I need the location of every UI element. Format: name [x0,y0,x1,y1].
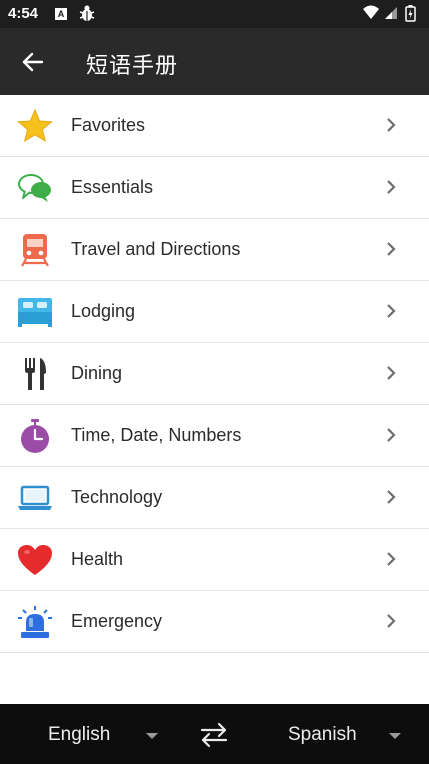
wifi-icon [363,5,379,19]
bug-icon [78,4,96,28]
accessibility-a-icon: A [55,8,67,20]
chevron-right-icon [385,424,397,446]
list-item-label: Time, Date, Numbers [71,425,242,445]
arrow-left-icon [22,52,44,72]
list-item-label: Health [71,549,124,569]
list-item-label: Dining [71,363,123,383]
chevron-right-icon [385,300,397,322]
list-item-essentials[interactable]: Essentials [0,157,429,219]
chevron-right-icon [385,362,397,384]
chevron-right-icon [385,548,397,570]
system-status-icons [361,4,421,24]
list-item-favorites[interactable]: Favorites [0,95,429,157]
chevron-down-icon[interactable] [389,733,401,739]
stopwatch-icon [16,418,54,454]
list-item-time[interactable]: Time, Date, Numbers [0,405,429,467]
swap-languages-button[interactable] [198,722,230,748]
app-bar: 短语手册 [0,28,429,95]
category-list: Favorites Essentials Travel and Directio… [0,95,429,653]
list-item-travel[interactable]: Travel and Directions [0,219,429,281]
chevron-right-icon [385,486,397,508]
speech-bubbles-icon [16,170,54,206]
bed-icon [16,294,54,330]
list-item-label: Lodging [71,301,136,321]
battery-icon [405,5,416,22]
list-item-label: Technology [71,487,163,507]
list-item-technology[interactable]: Technology [0,467,429,529]
chevron-right-icon [385,610,397,632]
star-icon [16,108,54,144]
signal-icon [385,7,397,19]
heart-icon [16,542,54,578]
list-item-emergency[interactable]: Emergency [0,591,429,653]
list-item-label: Favorites [71,115,146,135]
chevron-down-icon[interactable] [146,733,158,739]
list-item-label: Essentials [71,177,154,197]
status-bar: 4:54 A [0,0,429,28]
fork-knife-icon [16,356,54,392]
source-language-select[interactable]: English [48,724,110,746]
status-time: 4:54 [8,5,39,22]
back-button[interactable] [16,46,50,78]
laptop-icon [16,480,54,516]
target-language-select[interactable]: Spanish [288,724,357,746]
siren-icon [16,604,54,640]
page-title: 短语手册 [86,54,179,79]
chevron-right-icon [385,238,397,260]
train-icon [16,232,54,268]
list-item-dining[interactable]: Dining [0,343,429,405]
chevron-right-icon [385,176,397,198]
list-item-label: Travel and Directions [71,239,241,259]
swap-arrows-icon [200,722,228,748]
list-item-label: Emergency [71,611,163,631]
chevron-right-icon [385,114,397,136]
language-bar: English Spanish [0,704,429,764]
list-item-lodging[interactable]: Lodging [0,281,429,343]
list-item-health[interactable]: Health [0,529,429,591]
